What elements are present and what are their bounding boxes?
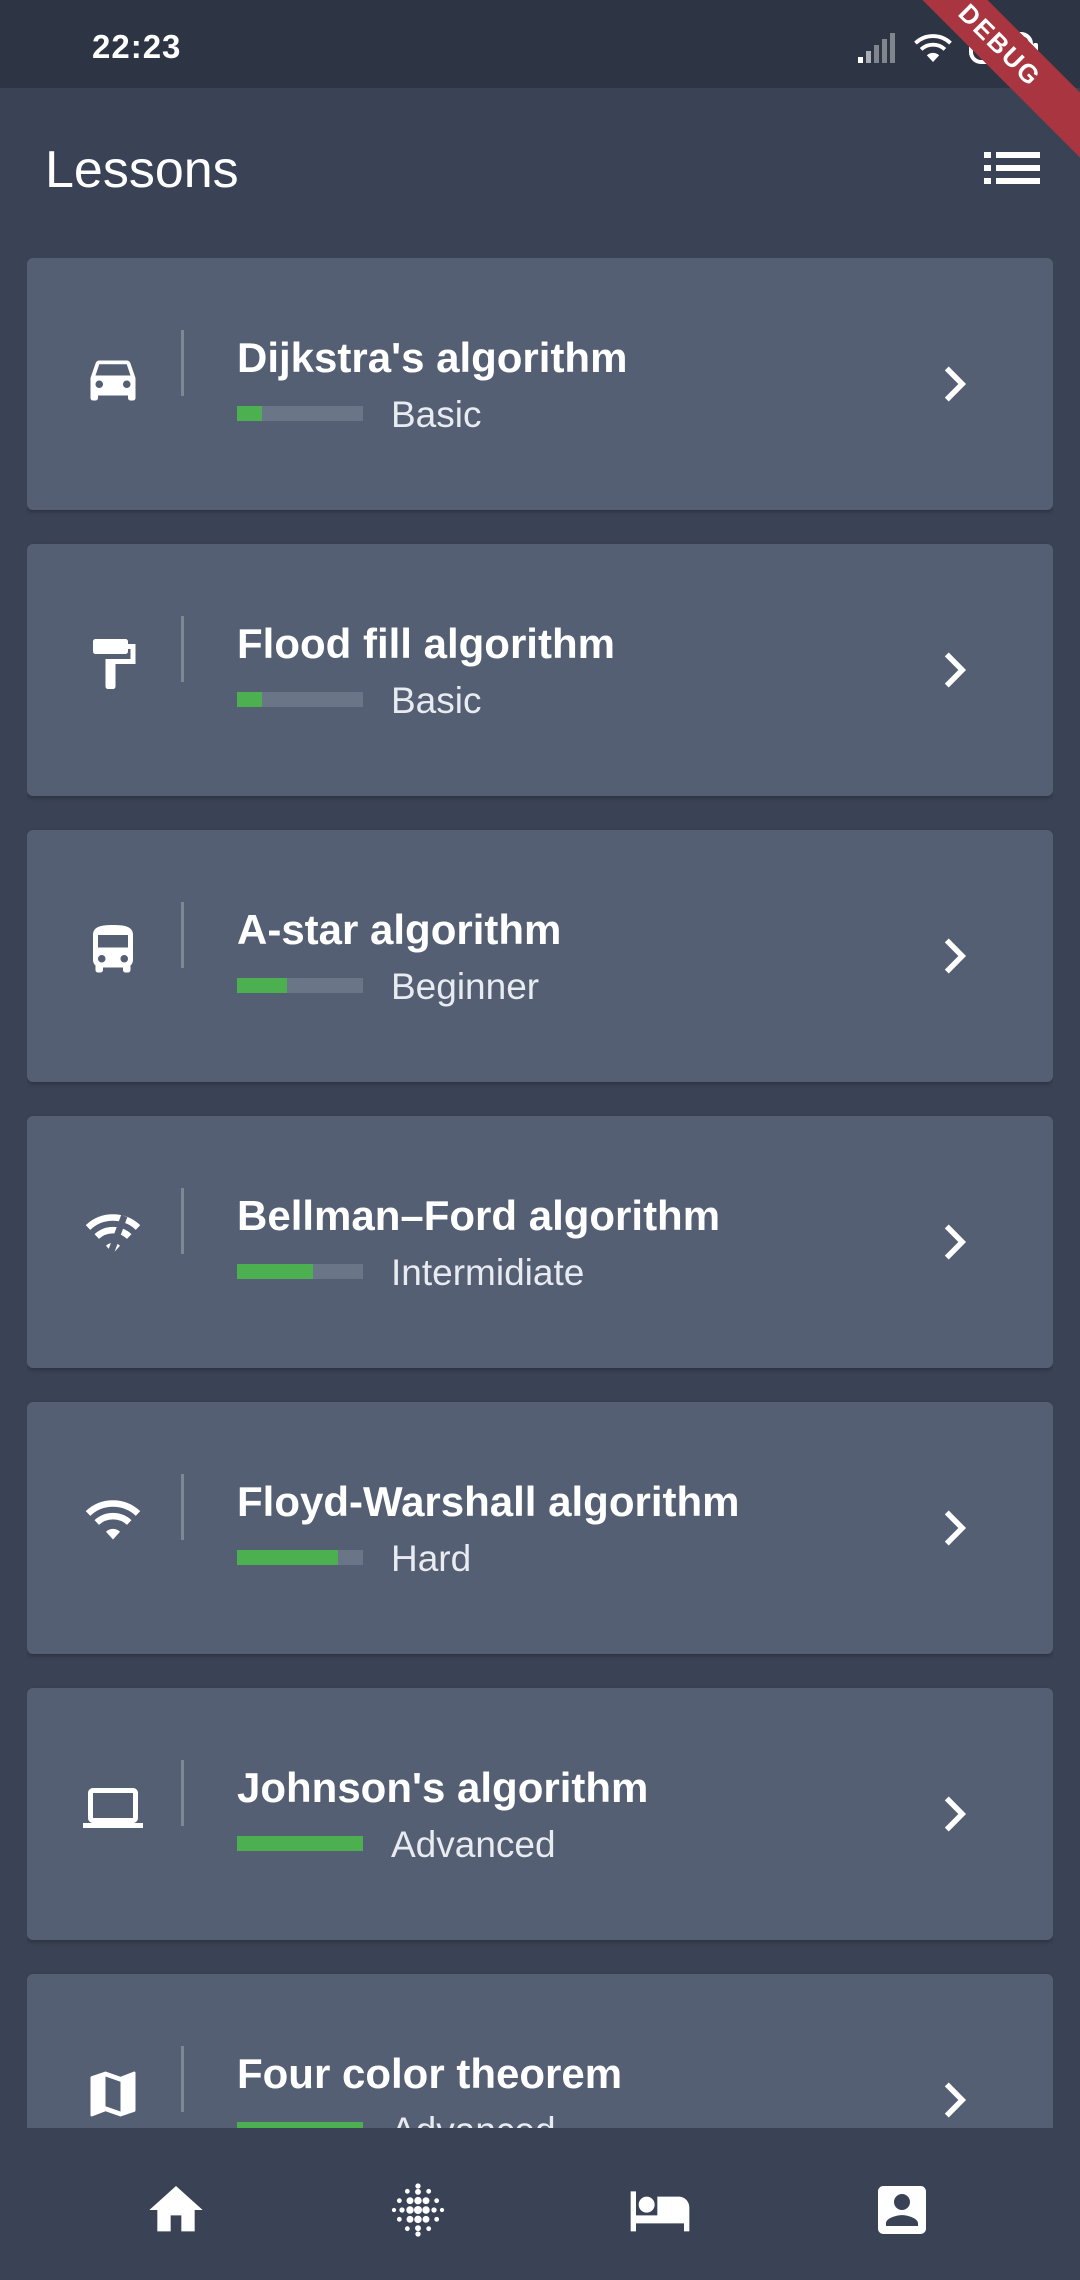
lesson-title: Johnson's algorithm [237,1764,649,1811]
bus-icon [83,920,143,980]
hotel-bed-icon [630,2191,690,2232]
lesson-level: Beginner [391,966,540,1007]
lesson-level: Advanced [391,2110,556,2128]
progress-bar [237,978,363,993]
lesson-title: Four color theorem [237,2050,623,2097]
lesson-card-bellman-ford[interactable]: Bellman–Ford algorithm Intermidiate [27,1116,1053,1368]
home-icon [149,2186,203,2232]
chevron-right-icon[interactable] [931,362,975,406]
app-bar: Lessons [0,88,1080,248]
divider [181,616,184,682]
lesson-title: Dijkstra's algorithm [237,334,628,381]
progress-fill [237,978,288,993]
chevron-right-icon[interactable] [931,1792,975,1836]
lesson-level: Intermidiate [391,1252,585,1293]
progress-fill [237,406,263,421]
divider [181,1474,184,1540]
lesson-card-johnson[interactable]: Johnson's algorithm Advanced [27,1688,1053,1940]
progress-bar [237,692,363,707]
signal-icon [858,33,895,63]
nav-explore[interactable] [386,2178,450,2242]
progress-bar [237,1836,363,1851]
divider [181,330,184,396]
progress-bar [237,406,363,421]
lesson-card-floyd-warshall[interactable]: Floyd-Warshall algorithm Hard [27,1402,1053,1654]
progress-bar [237,1550,363,1565]
lesson-title: Bellman–Ford algorithm [237,1192,721,1239]
progress-bar [237,1264,363,1279]
nav-hotel[interactable] [628,2178,692,2242]
chevron-right-icon[interactable] [931,648,975,692]
chevron-right-icon[interactable] [931,1506,975,1550]
lesson-card-a-star[interactable]: A-star algorithm Beginner [27,830,1053,1082]
status-bar: 22:23 DEBUG [0,0,1080,168]
paint-roller-icon [83,634,143,694]
divider [181,2046,184,2112]
progress-fill [237,1836,363,1851]
wifi-status-icon [914,34,952,62]
lesson-level: Basic [391,680,482,721]
account-box-icon [878,2186,926,2234]
bottom-navigation [0,2128,1080,2280]
divider [181,1188,184,1254]
wifi-off-icon [83,1206,143,1266]
lesson-level: Advanced [391,1824,556,1865]
divider [181,902,184,968]
lesson-card-four-color[interactable]: Four color theorem Advanced [27,1974,1053,2128]
wifi-icon [83,1492,143,1552]
list-view-icon[interactable] [984,148,1040,188]
lesson-card-dijkstra[interactable]: Dijkstra's algorithm Basic [27,258,1053,510]
lesson-title: Floyd-Warshall algorithm [237,1478,740,1525]
lesson-level: Basic [391,394,482,435]
page-title: Lessons [45,141,239,199]
lesson-title: A-star algorithm [237,906,562,953]
laptop-icon [83,1778,143,1838]
nav-profile[interactable] [870,2178,934,2242]
chevron-right-icon[interactable] [931,1220,975,1264]
blur-grid-icon [391,2183,445,2237]
lesson-title: Flood fill algorithm [237,620,615,667]
car-icon [83,348,143,408]
nav-home[interactable] [144,2178,208,2242]
status-time: 22:23 [92,28,182,65]
progress-fill [237,1550,338,1565]
chevron-right-icon[interactable] [931,2078,975,2122]
lesson-list[interactable]: Dijkstra's algorithm Basic Flood fill al… [27,258,1053,2128]
lesson-card-flood-fill[interactable]: Flood fill algorithm Basic [27,544,1053,796]
progress-fill [237,692,263,707]
map-icon [83,2064,143,2124]
progress-fill [237,1264,313,1279]
chevron-right-icon[interactable] [931,934,975,978]
divider [181,1760,184,1826]
lesson-level: Hard [391,1538,472,1579]
